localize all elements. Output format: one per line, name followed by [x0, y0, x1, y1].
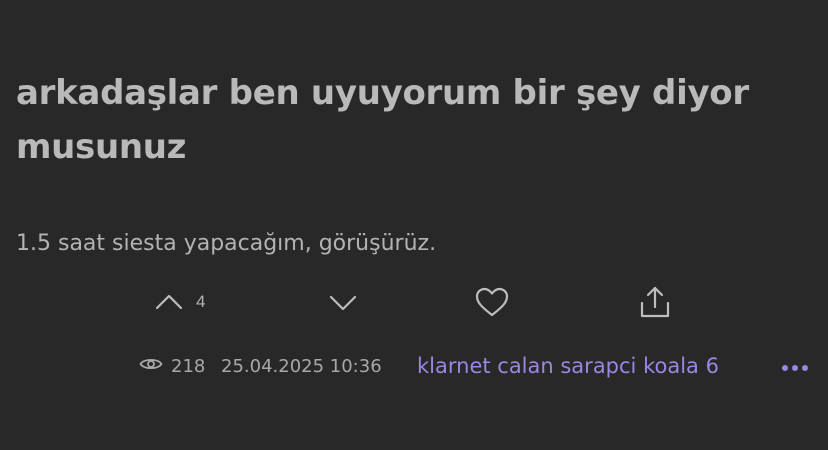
post-meta: 218 25.04.2025 10:36 klarnet calan sarap… [0, 348, 828, 384]
chevron-up-icon [154, 292, 184, 312]
view-count-value: 218 [171, 355, 206, 377]
upvote-button[interactable]: 4 [154, 280, 205, 324]
more-options-button[interactable] [778, 348, 812, 384]
post-title: arkadaşlar ben uyuyorum bir şey diyor mu… [16, 73, 749, 167]
chevron-down-icon [328, 292, 358, 312]
post-body: 1.5 saat siesta yapacağım, görüşürüz. [16, 231, 437, 256]
post: arkadaşlar ben uyuyorum bir şey diyor mu… [0, 0, 828, 450]
share-button[interactable] [638, 280, 672, 324]
view-count: 218 [139, 348, 205, 384]
like-button[interactable] [474, 280, 510, 324]
downvote-button[interactable] [328, 280, 358, 324]
heart-icon [474, 286, 510, 318]
post-date: 25.04.2025 10:36 [221, 355, 382, 377]
more-dots-icon [780, 359, 810, 374]
eye-icon [139, 356, 171, 377]
share-icon [638, 285, 672, 319]
post-actions: 4 [0, 280, 828, 324]
upvote-count: 4 [196, 292, 206, 311]
author-link[interactable]: klarnet calan sarapci koala 6 [417, 348, 719, 384]
